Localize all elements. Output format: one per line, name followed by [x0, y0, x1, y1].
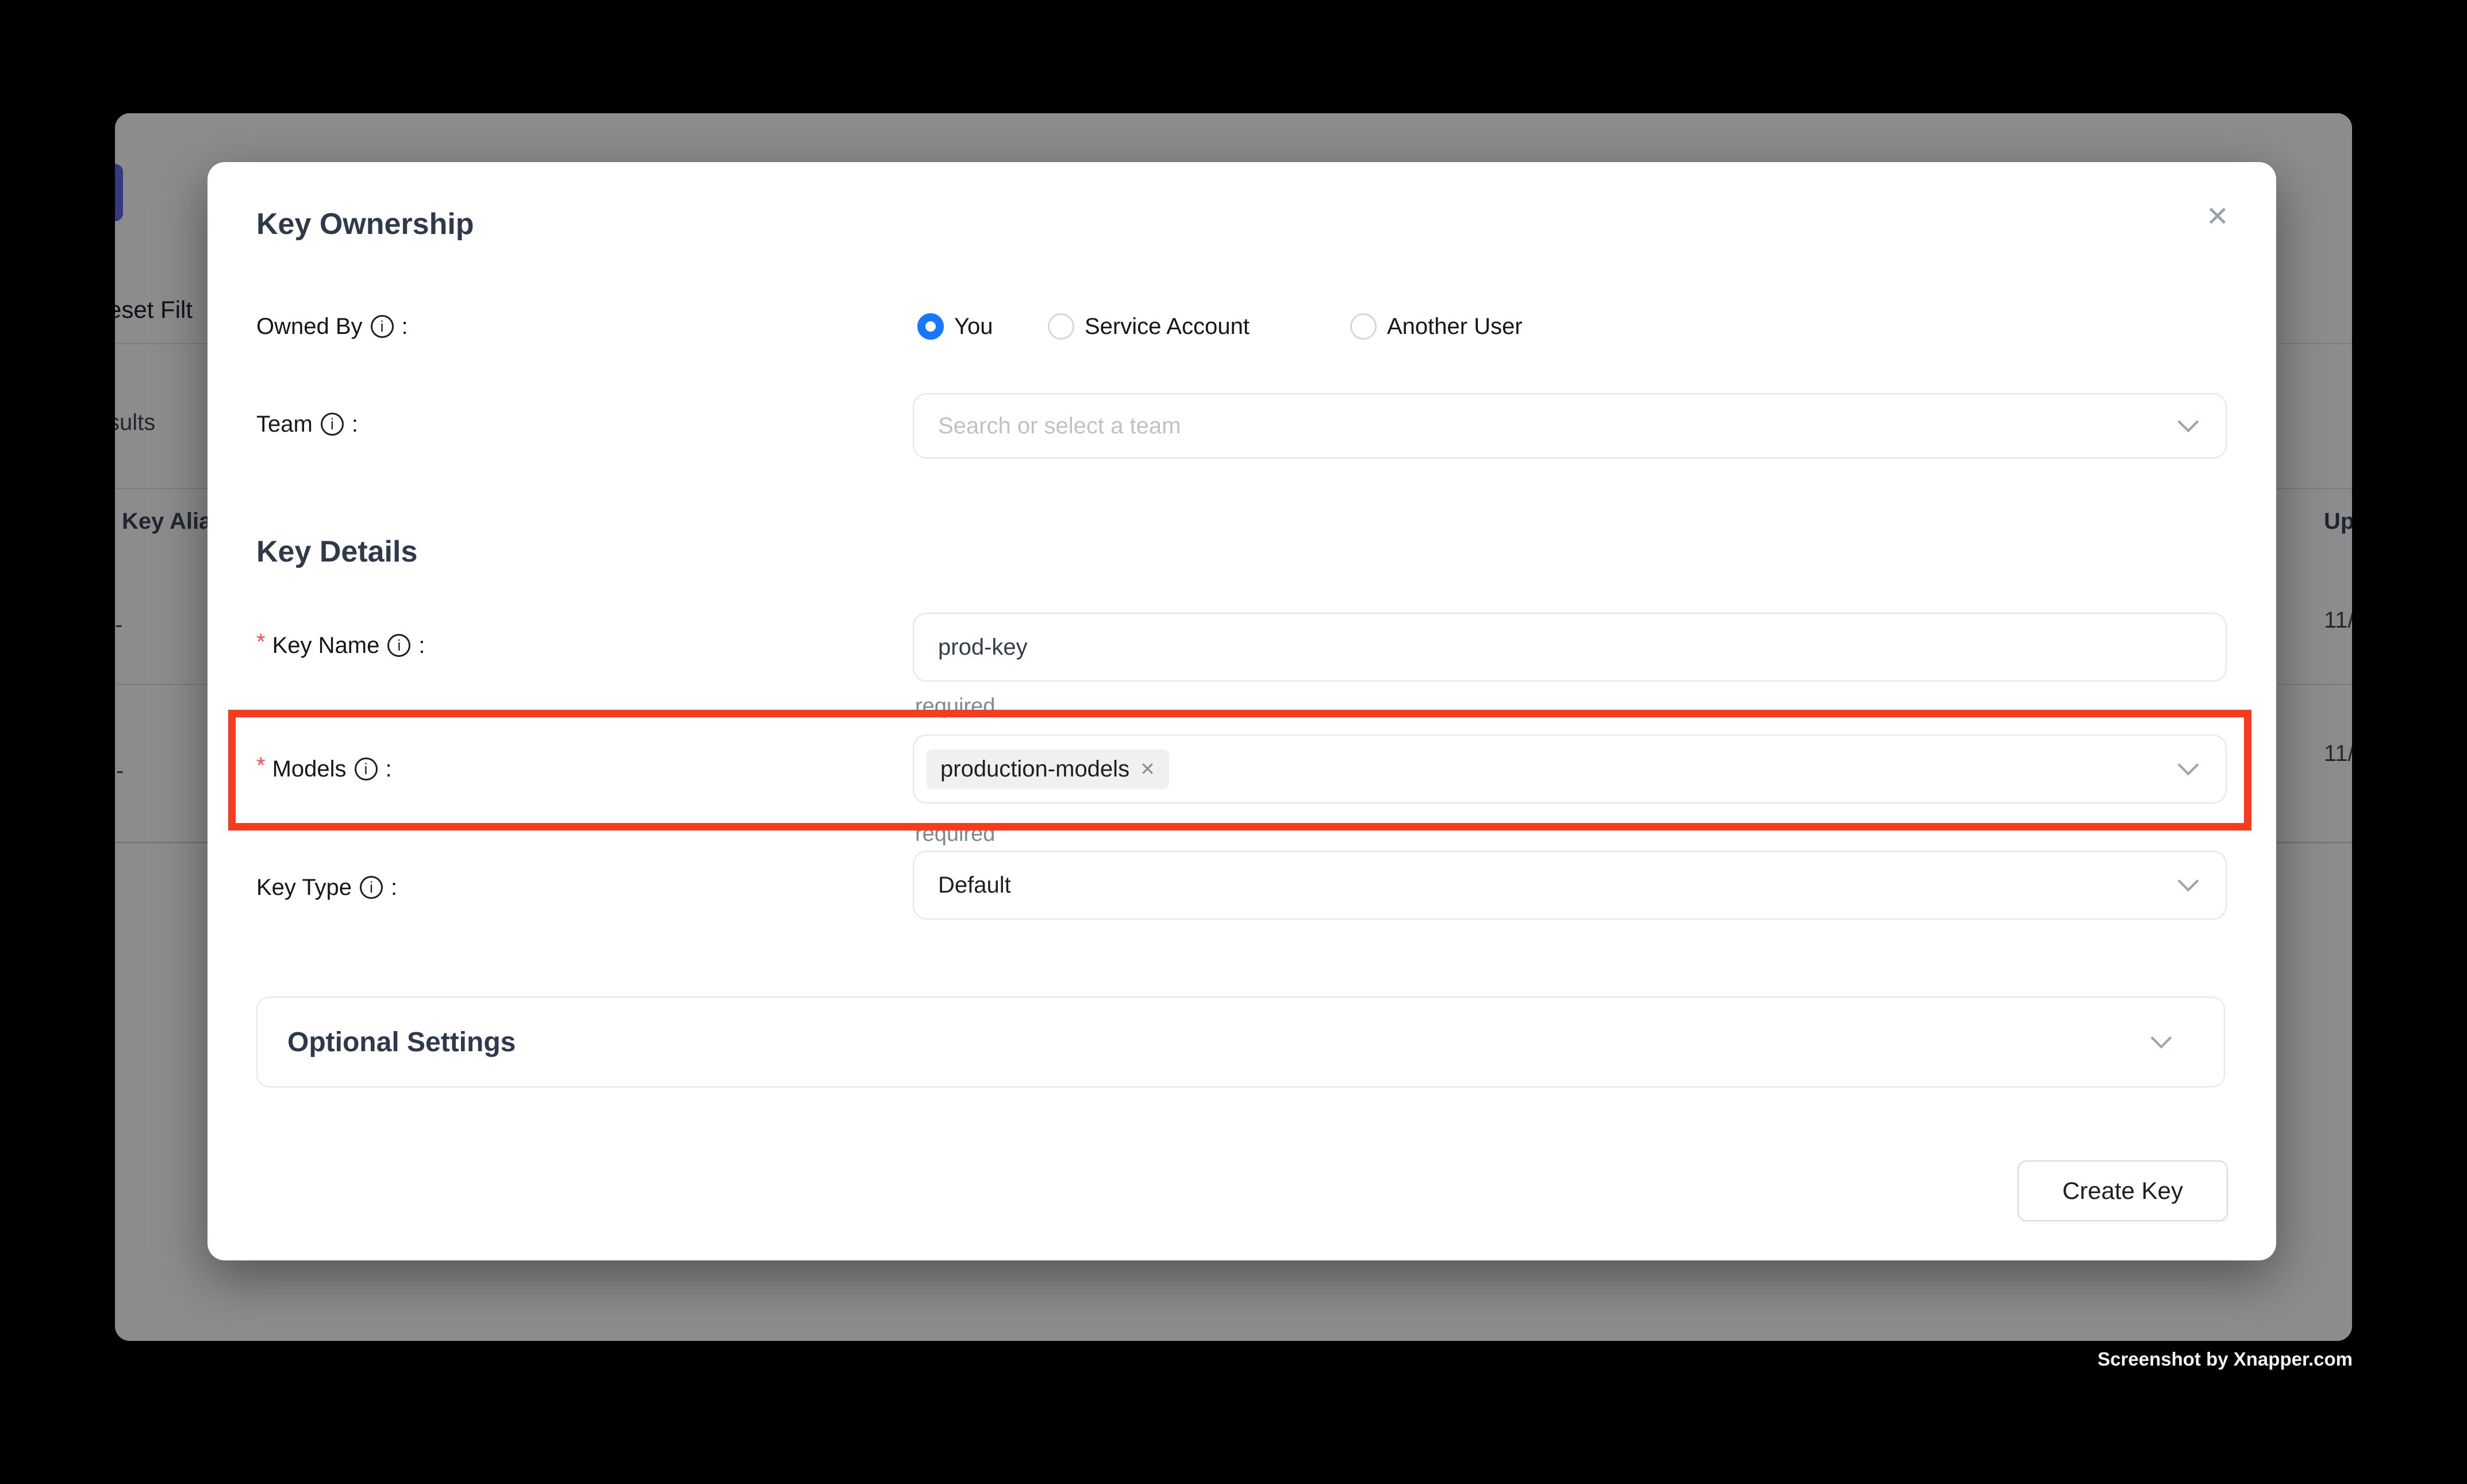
key-type-selected-value: Default [914, 872, 1011, 898]
radio-owned-by-service-account[interactable]: Service Account [1048, 310, 1250, 343]
owned-by-label: Owned By i : [256, 312, 408, 341]
info-icon[interactable]: i [321, 413, 344, 436]
background-app-window: eset Filt sults Key Alia Up - 11/ - 11/ … [115, 113, 2352, 1341]
models-required-message: required [915, 822, 995, 847]
info-icon[interactable]: i [387, 634, 410, 657]
chevron-down-icon [2151, 1028, 2172, 1049]
models-label-text: Models [272, 756, 347, 782]
label-colon: : [391, 875, 397, 901]
key-type-label-text: Key Type [256, 875, 352, 901]
radio-owned-by-another-user[interactable]: Another User [1350, 310, 1523, 343]
owned-by-label-text: Owned By [256, 314, 363, 340]
create-key-modal: Key Ownership ✕ Owned By i : You Service… [207, 162, 2276, 1260]
info-icon[interactable]: i [371, 315, 394, 338]
key-type-select[interactable]: Default [913, 851, 2227, 920]
radio-selected-icon [917, 313, 944, 340]
radio-owned-by-you[interactable]: You [917, 310, 993, 343]
models-label: * Models i : [256, 754, 392, 784]
team-select-placeholder: Search or select a team [914, 413, 1181, 439]
team-label-text: Team [256, 412, 313, 437]
label-colon: : [352, 412, 358, 437]
info-icon[interactable]: i [360, 876, 383, 899]
optional-settings-toggle[interactable]: Optional Settings [256, 997, 2225, 1087]
section-title-key-details: Key Details [256, 535, 417, 569]
label-colon: : [402, 314, 408, 340]
remove-tag-icon[interactable]: ✕ [1140, 758, 1155, 780]
required-asterisk: * [256, 629, 266, 655]
info-glyph: i [364, 760, 368, 778]
team-label: Team i : [256, 409, 358, 439]
info-glyph: i [331, 416, 334, 433]
models-select[interactable]: production-models ✕ [913, 735, 2227, 803]
watermark-credit: Screenshot by Xnapper.com [2097, 1348, 2353, 1370]
label-colon: : [386, 756, 392, 782]
chevron-down-icon [2178, 412, 2199, 433]
radio-unselected-icon [1048, 313, 1074, 340]
chevron-down-icon [2178, 755, 2199, 776]
info-glyph: i [381, 318, 384, 336]
create-key-button[interactable]: Create Key [2018, 1160, 2228, 1221]
close-glyph: ✕ [2206, 202, 2229, 232]
info-glyph: i [397, 637, 401, 655]
close-icon[interactable]: ✕ [2200, 200, 2235, 234]
selected-model-tag: production-models ✕ [927, 749, 1169, 789]
label-colon: : [418, 633, 425, 659]
chevron-down-icon [2178, 871, 2199, 892]
required-asterisk: * [256, 753, 266, 779]
info-glyph: i [370, 879, 373, 897]
radio-unselected-icon [1350, 313, 1377, 340]
key-name-label-text: Key Name [272, 633, 380, 659]
section-title-key-ownership: Key Ownership [256, 207, 474, 241]
key-name-label: * Key Name i : [256, 630, 425, 660]
optional-settings-title: Optional Settings [287, 1027, 516, 1058]
radio-label: Service Account [1085, 314, 1250, 340]
key-type-label: Key Type i : [256, 872, 397, 902]
radio-label: You [954, 314, 993, 340]
selected-model-tag-text: production-models [940, 756, 1129, 782]
key-name-required-message: required [915, 694, 995, 719]
radio-label: Another User [1387, 314, 1523, 340]
team-select[interactable]: Search or select a team [913, 393, 2227, 459]
screenshot-canvas: eset Filt sults Key Alia Up - 11/ - 11/ … [0, 0, 2467, 1484]
key-name-input[interactable] [913, 613, 2227, 682]
info-icon[interactable]: i [355, 758, 378, 781]
